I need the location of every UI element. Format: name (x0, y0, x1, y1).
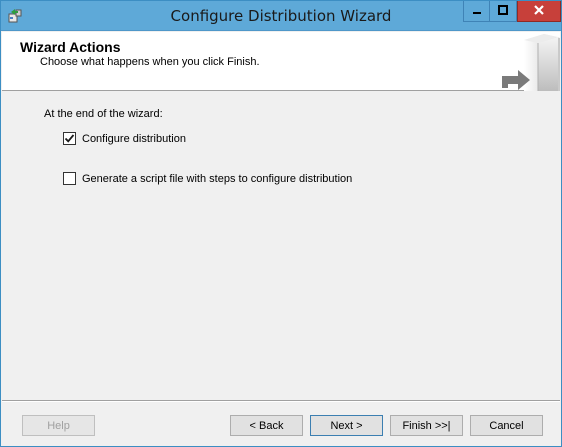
option-generate-script[interactable]: Generate a script file with steps to con… (63, 172, 352, 185)
back-button[interactable]: < Back (230, 415, 303, 436)
maximize-icon (498, 4, 508, 18)
maximize-button[interactable] (490, 1, 517, 22)
minimize-button[interactable] (463, 1, 490, 22)
configure-distribution-label[interactable]: Configure distribution (82, 133, 186, 145)
generate-script-label[interactable]: Generate a script file with steps to con… (82, 173, 352, 185)
option-configure-distribution[interactable]: Configure distribution (63, 132, 186, 145)
wizard-body: At the end of the wizard: Configure dist… (2, 92, 560, 398)
cancel-button[interactable]: Cancel (470, 415, 543, 436)
close-button[interactable] (517, 1, 561, 22)
generate-script-checkbox[interactable] (63, 172, 76, 185)
wizard-header: Wizard Actions Choose what happens when … (2, 32, 560, 91)
minimize-icon (472, 4, 482, 18)
finish-button[interactable]: Finish >>| (390, 415, 463, 436)
configure-distribution-checkbox[interactable] (63, 132, 76, 145)
server-arrow-icon (500, 32, 560, 91)
help-button[interactable]: Help (22, 415, 95, 436)
title-bar[interactable]: Configure Distribution Wizard (1, 1, 561, 31)
next-button[interactable]: Next > (310, 415, 383, 436)
close-icon (533, 4, 545, 19)
wizard-window: Configure Distribution Wizard Wizard Act… (0, 0, 562, 447)
page-subtitle: Choose what happens when you click Finis… (40, 56, 260, 68)
footer-separator (2, 400, 560, 402)
intro-label: At the end of the wizard: (44, 108, 163, 120)
page-title: Wizard Actions (20, 39, 121, 55)
